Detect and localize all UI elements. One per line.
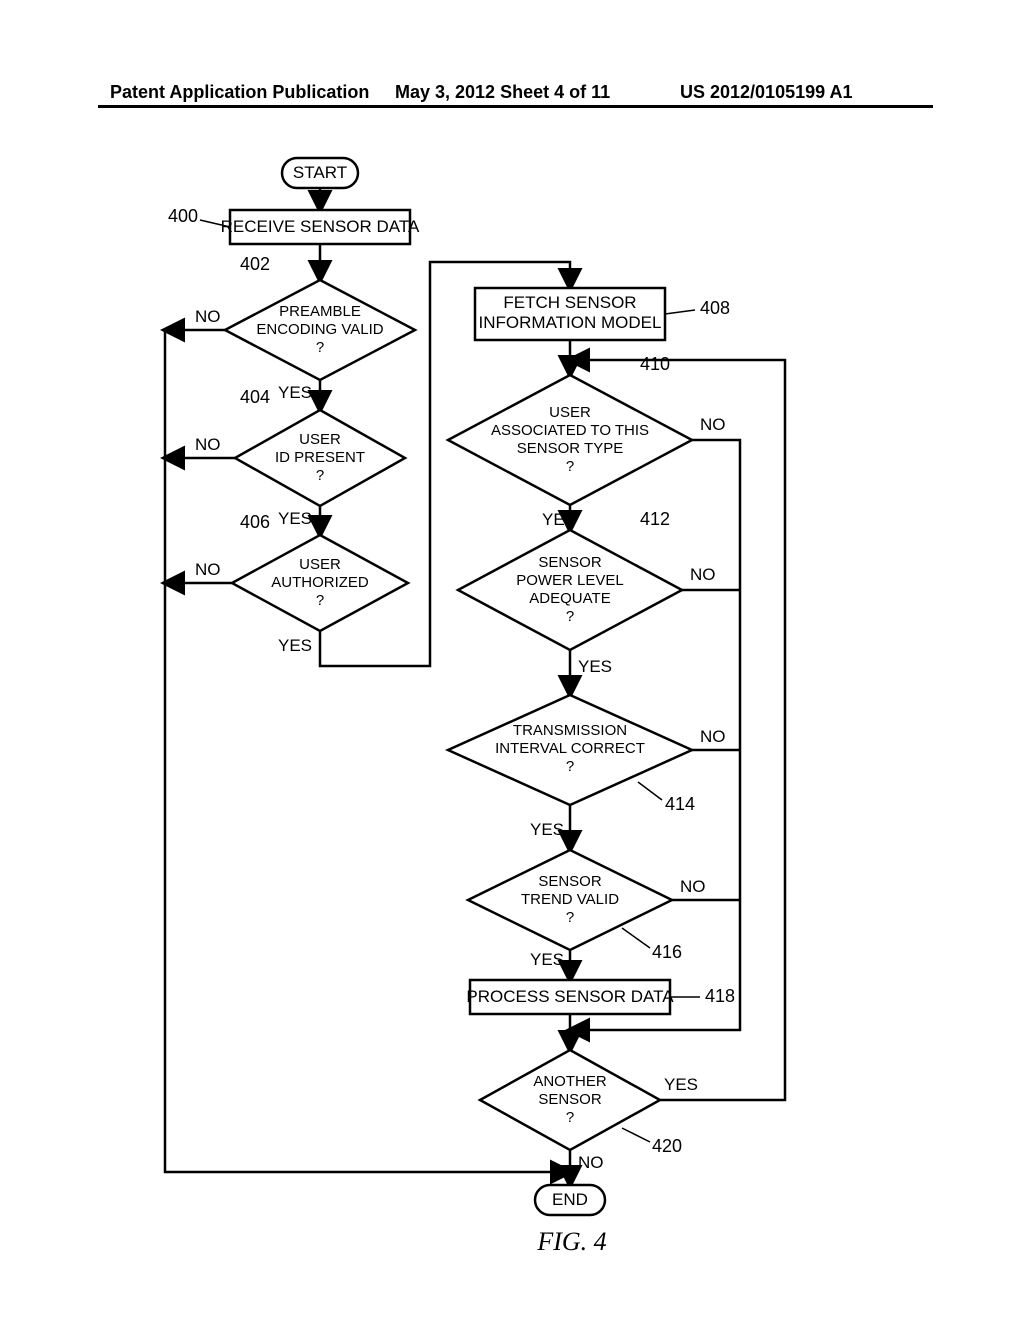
svg-text:ID PRESENT: ID PRESENT <box>275 449 365 466</box>
svg-text:YES: YES <box>278 383 312 402</box>
svg-text:SENSOR: SENSOR <box>538 873 602 890</box>
svg-text:SENSOR: SENSOR <box>538 554 602 571</box>
svg-text:NO: NO <box>195 560 221 579</box>
start-label: START <box>293 163 347 182</box>
header-publication: Patent Application Publication <box>110 82 369 103</box>
svg-text:YES: YES <box>664 1075 698 1094</box>
svg-text:FETCH SENSOR: FETCH SENSOR <box>503 293 636 312</box>
ref-418: 418 <box>705 986 735 1006</box>
svg-text:NO: NO <box>680 877 706 896</box>
svg-text:PROCESS SENSOR DATA: PROCESS SENSOR DATA <box>466 987 674 1006</box>
end-label: END <box>552 1190 588 1209</box>
svg-text:?: ? <box>566 458 574 475</box>
ref-400: 400 <box>168 206 198 226</box>
ref-408: 408 <box>700 298 730 318</box>
svg-text:YES: YES <box>530 950 564 969</box>
ref-416: 416 <box>652 942 682 962</box>
header-date-sheet: May 3, 2012 Sheet 4 of 11 <box>395 82 610 103</box>
svg-text:?: ? <box>316 467 324 484</box>
svg-text:YES: YES <box>278 636 312 655</box>
svg-text:SENSOR: SENSOR <box>538 1091 602 1108</box>
svg-text:PREAMBLE: PREAMBLE <box>279 303 361 320</box>
svg-text:ANOTHER: ANOTHER <box>533 1073 607 1090</box>
svg-text:YES: YES <box>278 509 312 528</box>
svg-text:ENCODING VALID: ENCODING VALID <box>256 321 383 338</box>
svg-text:USER: USER <box>299 556 341 573</box>
svg-text:NO: NO <box>578 1153 604 1172</box>
ref-404: 404 <box>240 387 270 407</box>
svg-text:YES: YES <box>530 820 564 839</box>
header-pub-number: US 2012/0105199 A1 <box>680 82 852 103</box>
svg-text:NO: NO <box>195 307 221 326</box>
svg-text:?: ? <box>566 758 574 775</box>
svg-text:YES: YES <box>578 657 612 676</box>
svg-text:NO: NO <box>195 435 221 454</box>
svg-text:?: ? <box>566 909 574 926</box>
svg-text:ADEQUATE: ADEQUATE <box>529 590 610 607</box>
svg-text:?: ? <box>316 592 324 609</box>
svg-text:SENSOR TYPE: SENSOR TYPE <box>517 440 623 457</box>
svg-text:AUTHORIZED: AUTHORIZED <box>271 574 369 591</box>
svg-text:TREND VALID: TREND VALID <box>521 891 619 908</box>
ref-410: 410 <box>640 354 670 374</box>
flowchart: START RECEIVE SENSOR DATA 400 402 PREAMB… <box>0 110 1024 1320</box>
svg-text:?: ? <box>566 608 574 625</box>
ref-414: 414 <box>665 794 695 814</box>
svg-text:NO: NO <box>700 727 726 746</box>
svg-text:INFORMATION MODEL: INFORMATION MODEL <box>479 313 662 332</box>
ref-406: 406 <box>240 512 270 532</box>
figure-caption: FIG. 4 <box>536 1227 606 1256</box>
svg-text:USER: USER <box>299 431 341 448</box>
svg-text:POWER LEVEL: POWER LEVEL <box>516 572 624 589</box>
svg-text:TRANSMISSION: TRANSMISSION <box>513 722 627 739</box>
svg-text:ASSOCIATED TO THIS: ASSOCIATED TO THIS <box>491 422 649 439</box>
svg-text:?: ? <box>316 339 324 356</box>
receive-sensor-data-text: RECEIVE SENSOR DATA <box>221 217 420 236</box>
svg-text:USER: USER <box>549 404 591 421</box>
ref-402: 402 <box>240 254 270 274</box>
ref-412: 412 <box>640 509 670 529</box>
svg-text:NO: NO <box>700 415 726 434</box>
ref-420: 420 <box>652 1136 682 1156</box>
header-rule <box>98 105 933 108</box>
svg-text:NO: NO <box>690 565 716 584</box>
svg-text:?: ? <box>566 1109 574 1126</box>
svg-text:INTERVAL CORRECT: INTERVAL CORRECT <box>495 740 645 757</box>
